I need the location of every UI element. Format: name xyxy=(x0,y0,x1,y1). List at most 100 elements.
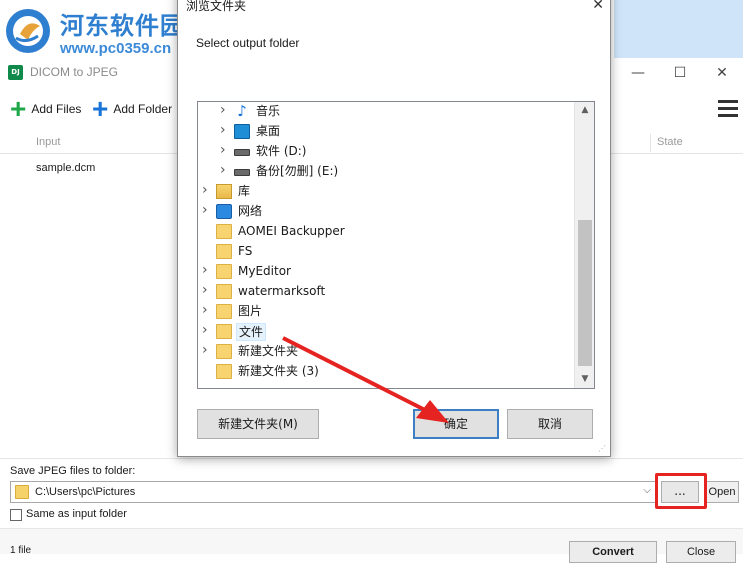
network-icon xyxy=(216,204,232,219)
browse-folder-dialog: 浏览文件夹 ✕ Select output folder › ♪ 音乐 › 桌面 › 软件 … xyxy=(177,0,611,457)
annotation-highlight-box xyxy=(655,473,707,509)
tree-item[interactable]: › MyEditor xyxy=(198,262,574,282)
watermark-url: www.pc0359.cn xyxy=(60,40,172,57)
scroll-down-icon[interactable]: ▼ xyxy=(575,371,594,388)
add-folder-button[interactable]: + Add Folder xyxy=(92,93,173,124)
tree-item-label: MyEditor xyxy=(238,264,291,278)
column-divider[interactable] xyxy=(650,134,651,152)
tree-item-label: 桌面 xyxy=(256,124,281,138)
chevron-right-icon[interactable]: › xyxy=(202,262,208,278)
tree-item[interactable]: › 图片 xyxy=(198,302,574,322)
drive-icon xyxy=(234,169,250,176)
scroll-up-icon[interactable]: ▲ xyxy=(575,102,594,119)
close-button[interactable]: Close xyxy=(666,541,736,563)
background-window-strip xyxy=(614,0,743,58)
drive-icon xyxy=(234,149,250,156)
app-icon: DJ xyxy=(8,65,23,80)
chevron-right-icon[interactable]: › xyxy=(220,162,226,178)
folder-icon xyxy=(15,485,29,499)
tree-item-label: 音乐 xyxy=(256,104,281,118)
library-icon xyxy=(216,184,232,199)
tree-item-label: 新建文件夹 xyxy=(238,344,299,358)
same-as-input-label: Same as input folder xyxy=(26,508,127,520)
folder-icon xyxy=(216,364,232,379)
tree-item-label: 库 xyxy=(238,184,251,198)
folder-icon xyxy=(216,244,232,259)
dialog-prompt: Select output folder xyxy=(196,36,300,50)
tree-item-label: watermarksoft xyxy=(238,284,326,298)
folder-icon xyxy=(216,264,232,279)
app-title: DICOM to JPEG xyxy=(30,65,119,79)
cancel-button[interactable]: 取消 xyxy=(507,409,593,439)
plus-icon: + xyxy=(10,93,27,124)
chevron-right-icon[interactable]: › xyxy=(202,342,208,358)
plus-icon: + xyxy=(92,93,109,124)
hamburger-menu-icon[interactable] xyxy=(718,100,738,118)
tree-item[interactable]: › 新建文件夹 xyxy=(198,342,574,362)
chevron-down-icon[interactable]: ⌵ xyxy=(643,485,651,496)
watermark-logo-icon xyxy=(6,9,50,53)
tree-item-label: 文件 xyxy=(236,323,267,341)
dialog-titlebar[interactable]: 浏览文件夹 ✕ xyxy=(178,0,610,15)
column-header-input[interactable]: Input xyxy=(36,136,60,148)
chevron-right-icon[interactable]: › xyxy=(220,142,226,158)
tree-item[interactable]: › 文件 xyxy=(198,322,574,342)
tree-item-label: 新建文件夹 (3) xyxy=(238,364,319,378)
add-files-label: Add Files xyxy=(31,102,82,116)
tree-item[interactable]: › 网络 xyxy=(198,202,574,222)
output-folder-combobox[interactable]: C:\Users\pc\Pictures ⌵ xyxy=(10,481,656,503)
tree-item[interactable]: › ♪ 音乐 xyxy=(198,102,574,122)
folder-tree[interactable]: › ♪ 音乐 › 桌面 › 软件 (D:) › 备份[勿删] (E:) › 库 › 网络 AOMEI Ba… xyxy=(197,101,595,389)
tree-scrollbar[interactable]: ▲ ▼ xyxy=(574,102,594,388)
status-bar: 1 file Convert Close xyxy=(0,528,743,563)
scrollbar-thumb[interactable] xyxy=(578,220,592,366)
minimize-button[interactable]: — xyxy=(617,58,659,88)
open-folder-button[interactable]: Open xyxy=(705,481,739,503)
chevron-right-icon[interactable]: › xyxy=(220,102,226,118)
file-name: sample.dcm xyxy=(36,162,96,174)
music-icon: ♪ xyxy=(237,102,247,120)
dialog-title: 浏览文件夹 xyxy=(186,0,247,13)
tree-item[interactable]: AOMEI Backupper xyxy=(198,222,574,242)
tree-item-label: FS xyxy=(238,244,253,258)
resize-grip-icon[interactable]: ⋰ xyxy=(598,444,608,454)
desktop-icon xyxy=(234,124,250,139)
watermark-title: 河东软件园 xyxy=(60,11,185,40)
tree-item[interactable]: › 库 xyxy=(198,182,574,202)
folder-icon xyxy=(216,284,232,299)
tree-item-label: 网络 xyxy=(238,204,263,218)
folder-icon xyxy=(216,224,232,239)
folder-icon xyxy=(216,324,232,339)
tree-item[interactable]: › 备份[勿删] (E:) xyxy=(198,162,574,182)
same-as-input-checkbox[interactable] xyxy=(10,509,22,521)
chevron-right-icon[interactable]: › xyxy=(202,302,208,318)
convert-button[interactable]: Convert xyxy=(569,541,657,563)
tree-item-label: 备份[勿删] (E:) xyxy=(256,164,339,178)
tree-item[interactable]: › watermarksoft xyxy=(198,282,574,302)
tree-item[interactable]: › 软件 (D:) xyxy=(198,142,574,162)
save-folder-label: Save JPEG files to folder: xyxy=(10,465,136,477)
tree-item-label: 图片 xyxy=(238,304,263,318)
ok-button[interactable]: 确定 xyxy=(413,409,499,439)
add-folder-label: Add Folder xyxy=(113,102,173,116)
new-folder-button[interactable]: 新建文件夹(M) xyxy=(197,409,319,439)
chevron-right-icon[interactable]: › xyxy=(220,122,226,138)
folder-icon xyxy=(216,344,232,359)
chevron-right-icon[interactable]: › xyxy=(202,322,208,338)
chevron-right-icon[interactable]: › xyxy=(202,282,208,298)
tree-item[interactable]: › 桌面 xyxy=(198,122,574,142)
tree-item-label: AOMEI Backupper xyxy=(238,224,345,238)
add-files-button[interactable]: + Add Files xyxy=(10,93,82,124)
close-window-button[interactable]: ✕ xyxy=(701,58,743,88)
output-folder-path: C:\Users\pc\Pictures xyxy=(35,486,136,498)
chevron-right-icon[interactable]: › xyxy=(202,202,208,218)
tree-item-label: 软件 (D:) xyxy=(256,144,307,158)
file-count: 1 file xyxy=(10,545,32,556)
maximize-button[interactable]: ☐ xyxy=(659,58,701,88)
chevron-right-icon[interactable]: › xyxy=(202,182,208,198)
folder-icon xyxy=(216,304,232,319)
dialog-close-button[interactable]: ✕ xyxy=(592,0,604,13)
column-header-state[interactable]: State xyxy=(657,136,683,148)
tree-item[interactable]: FS xyxy=(198,242,574,262)
tree-item[interactable]: 新建文件夹 (3) xyxy=(198,362,574,382)
